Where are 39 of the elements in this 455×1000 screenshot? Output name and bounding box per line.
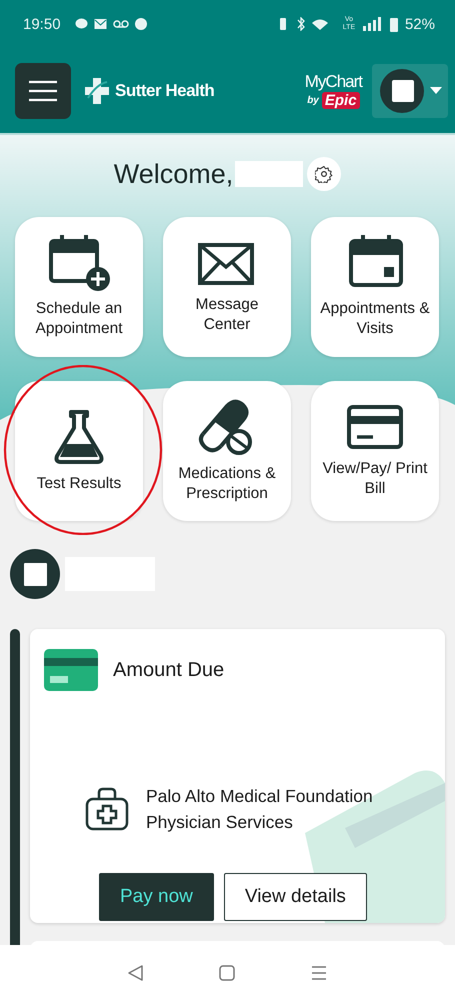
settings-icon (315, 165, 334, 183)
redaction-block (235, 161, 304, 187)
pay-now-button[interactable]: Pay now (99, 873, 214, 921)
shortcut-tile[interactable]: Test Results (15, 381, 143, 521)
menu-icon (28, 80, 58, 102)
avatar-icon (9, 548, 61, 600)
app-logo-maker: Epic (322, 92, 360, 109)
shortcut-tile[interactable]: Appointments & Visits (311, 217, 439, 357)
calendar-add-icon (47, 235, 111, 291)
battery-icon (390, 16, 399, 32)
credit-card-icon (44, 649, 98, 691)
mail-icon (94, 18, 107, 30)
signal-icon (362, 17, 384, 31)
welcome-text: Welcome, (114, 158, 234, 190)
menu-button[interactable] (15, 62, 71, 118)
cross-logo-icon (85, 78, 109, 104)
back-icon[interactable] (126, 964, 145, 982)
flask-icon (53, 408, 105, 466)
avatar-icon (378, 66, 442, 114)
shortcut-tile[interactable]: Medications & Prescription (163, 381, 291, 521)
credit-card-icon (345, 403, 405, 451)
chat-icon (74, 18, 88, 30)
status-time: 19:50 (23, 16, 61, 32)
view-details-button[interactable]: View details (224, 873, 367, 921)
app-logo-by: by (307, 95, 319, 106)
voicemail-icon (112, 20, 129, 28)
shortcut-tile[interactable]: Message Center (163, 217, 291, 357)
app-logo-name: MyChart (304, 72, 362, 92)
brand-name: Sutter Health (115, 80, 214, 100)
account-button[interactable] (372, 64, 448, 118)
recents-icon[interactable] (310, 964, 328, 982)
shortcut-tile[interactable]: View/Pay/ Print Bill (311, 381, 439, 521)
provider-name: Palo Alto Medical Foundation Physician Services (146, 785, 374, 834)
card-title: Amount Due (113, 658, 224, 682)
medical-bag-icon (84, 786, 130, 832)
shortcut-tile[interactable]: Schedule an Appointment (15, 217, 143, 357)
battery-percent: 52% (404, 16, 435, 32)
home-icon[interactable] (218, 964, 236, 982)
ball-icon (134, 18, 147, 30)
